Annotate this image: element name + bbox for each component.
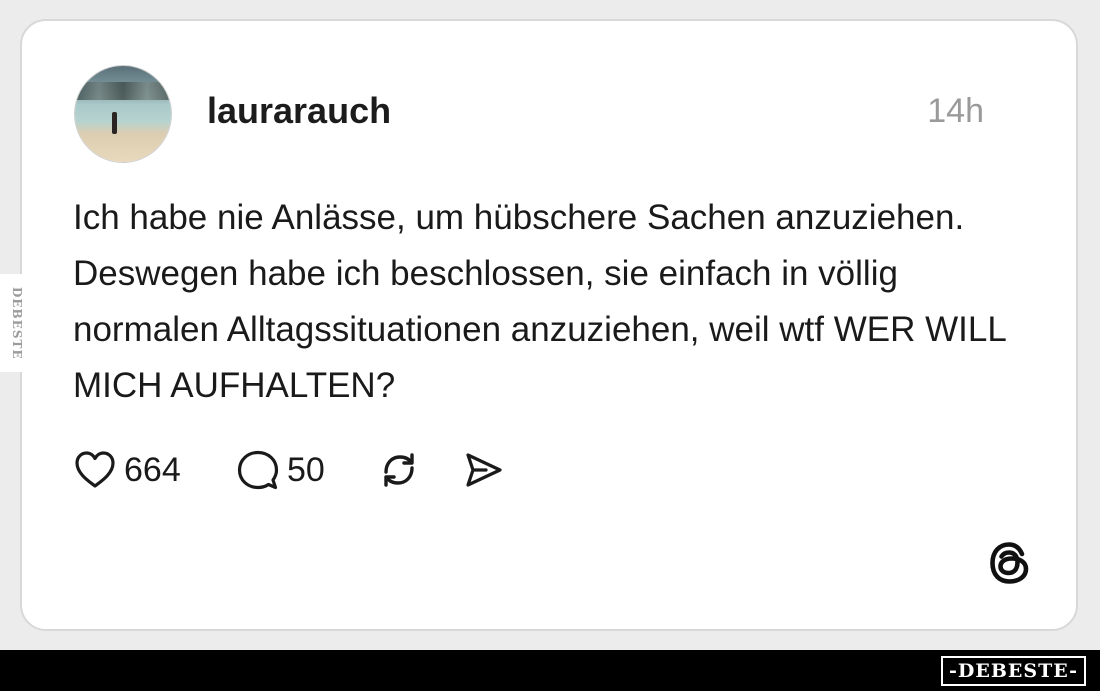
avatar-photo-person bbox=[112, 112, 117, 134]
repost-icon bbox=[384, 453, 414, 487]
username[interactable]: laurarauch bbox=[207, 90, 391, 132]
footer-bar: -DEBESTE- bbox=[0, 650, 1100, 691]
avatar-photo-trees bbox=[75, 82, 171, 100]
post-timestamp: 14h bbox=[927, 92, 984, 130]
share-button[interactable] bbox=[462, 446, 504, 494]
side-watermark-text: DEBESTE bbox=[10, 286, 24, 360]
footer-watermark: -DEBESTE- bbox=[941, 656, 1086, 686]
avatar[interactable] bbox=[75, 66, 171, 162]
speech-bubble-icon bbox=[237, 450, 279, 490]
side-watermark: DEBESTE bbox=[0, 274, 34, 372]
comment-button[interactable]: 50 bbox=[237, 446, 325, 494]
comment-count: 50 bbox=[287, 450, 325, 489]
repost-button[interactable] bbox=[377, 446, 421, 494]
post-text: Ich habe nie Anlässe, um hübschere Sache… bbox=[73, 198, 1006, 405]
like-button[interactable]: 664 bbox=[74, 446, 181, 494]
send-icon bbox=[466, 453, 502, 487]
heart-icon bbox=[75, 451, 115, 488]
threads-logo-icon[interactable] bbox=[984, 537, 1036, 589]
like-count: 664 bbox=[124, 450, 181, 489]
